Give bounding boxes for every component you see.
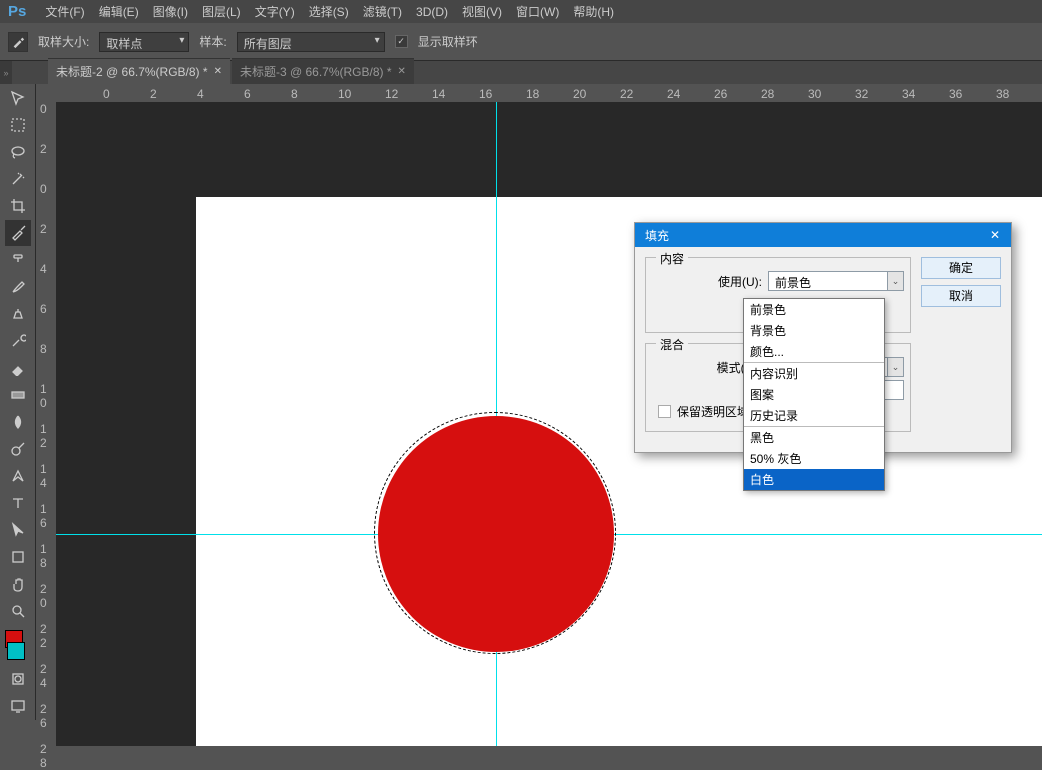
document-tab-1[interactable]: 未标题-2 @ 66.7%(RGB/8) * ✕ — [48, 58, 230, 84]
shape-tool[interactable] — [5, 544, 31, 570]
close-icon[interactable]: ✕ — [214, 66, 222, 77]
marquee-tool[interactable] — [5, 112, 31, 138]
sample-size-select[interactable]: 取样点 — [99, 32, 189, 52]
horizontal-ruler: 024681012141618202224262830323436384042 — [56, 84, 1042, 102]
use-select[interactable]: 前景色⌄ — [768, 271, 904, 291]
magicwand-tool[interactable] — [5, 166, 31, 192]
dropdown-option[interactable]: 前景色 — [744, 299, 884, 320]
show-ring-checkbox[interactable]: ✓ — [395, 35, 408, 48]
history-brush-tool[interactable] — [5, 328, 31, 354]
show-ring-label: 显示取样环 — [418, 33, 478, 50]
use-dropdown: 前景色背景色颜色...内容识别图案历史记录黑色50% 灰色白色 — [743, 298, 885, 491]
use-label: 使用(U): — [718, 273, 762, 290]
menu-filter[interactable]: 滤镜(T) — [363, 3, 402, 20]
pen-tool[interactable] — [5, 463, 31, 489]
menu-edit[interactable]: 编辑(E) — [99, 3, 139, 20]
fieldset-legend: 混合 — [656, 336, 688, 353]
dropdown-option[interactable]: 内容识别 — [744, 363, 884, 384]
toolbox — [0, 84, 36, 720]
chevron-down-icon[interactable]: ⌄ — [887, 358, 903, 376]
preserve-transparency-checkbox[interactable] — [658, 405, 671, 418]
gradient-tool[interactable] — [5, 382, 31, 408]
dropdown-option[interactable]: 背景色 — [744, 320, 884, 341]
selection-marquee — [374, 412, 616, 654]
eyedropper-tool[interactable] — [5, 220, 31, 246]
clone-stamp-tool[interactable] — [5, 301, 31, 327]
options-bar: 取样大小: 取样点 样本: 所有图层 ✓ 显示取样环 — [0, 23, 1042, 61]
menu-3d[interactable]: 3D(D) — [416, 5, 448, 19]
type-tool[interactable] — [5, 490, 31, 516]
document-tabs: 未标题-2 @ 66.7%(RGB/8) * ✕ 未标题-3 @ 66.7%(R… — [0, 61, 1042, 84]
tab-strip-expander[interactable]: » — [0, 61, 12, 84]
dialog-titlebar[interactable]: 填充 ✕ — [635, 223, 1011, 247]
menu-select[interactable]: 选择(S) — [309, 3, 349, 20]
ok-button[interactable]: 确定 — [921, 257, 1001, 279]
lasso-tool[interactable] — [5, 139, 31, 165]
tab-label: 未标题-2 @ 66.7%(RGB/8) * — [56, 63, 208, 80]
dropdown-option[interactable]: 图案 — [744, 384, 884, 405]
dropdown-option[interactable]: 白色 — [744, 469, 884, 490]
eraser-tool[interactable] — [5, 355, 31, 381]
color-swatches[interactable] — [5, 630, 30, 660]
sample-source-select[interactable]: 所有图层 — [237, 32, 385, 52]
quickmask-tool[interactable] — [5, 666, 31, 692]
background-swatch[interactable] — [7, 642, 25, 660]
crop-tool[interactable] — [5, 193, 31, 219]
move-tool[interactable] — [5, 85, 31, 111]
dropdown-option[interactable]: 黑色 — [744, 427, 884, 448]
hand-tool[interactable] — [5, 571, 31, 597]
dropdown-option[interactable]: 颜色... — [744, 341, 884, 362]
close-icon[interactable]: ✕ — [398, 66, 406, 77]
sample-size-label: 取样大小: — [38, 33, 89, 50]
menu-layer[interactable]: 图层(L) — [202, 3, 241, 20]
vertical-ruler: 02024681 01 21 41 61 82 02 22 42 62 8 — [36, 84, 56, 746]
menu-type[interactable]: 文字(Y) — [255, 3, 295, 20]
fieldset-legend: 内容 — [656, 250, 688, 267]
document-tab-2[interactable]: 未标题-3 @ 66.7%(RGB/8) * ✕ — [232, 58, 414, 84]
screenmode-tool[interactable] — [5, 693, 31, 719]
menu-file[interactable]: 文件(F) — [45, 3, 84, 20]
cancel-button[interactable]: 取消 — [921, 285, 1001, 307]
dropdown-option[interactable]: 历史记录 — [744, 405, 884, 426]
dialog-title: 填充 — [645, 227, 669, 244]
eyedropper-tool-icon[interactable] — [8, 32, 28, 52]
brush-tool[interactable] — [5, 274, 31, 300]
dodge-tool[interactable] — [5, 436, 31, 462]
menu-image[interactable]: 图像(I) — [153, 3, 188, 20]
close-icon[interactable]: ✕ — [985, 228, 1005, 242]
dropdown-option[interactable]: 50% 灰色 — [744, 448, 884, 469]
menu-window[interactable]: 窗口(W) — [516, 3, 559, 20]
chevron-down-icon[interactable]: ⌄ — [887, 272, 903, 290]
menu-view[interactable]: 视图(V) — [462, 3, 502, 20]
tab-label: 未标题-3 @ 66.7%(RGB/8) * — [240, 63, 392, 80]
blur-tool[interactable] — [5, 409, 31, 435]
app-logo: Ps — [8, 3, 26, 20]
menu-help[interactable]: 帮助(H) — [573, 3, 614, 20]
path-select-tool[interactable] — [5, 517, 31, 543]
sample-label: 样本: — [199, 33, 226, 50]
zoom-tool[interactable] — [5, 598, 31, 624]
healing-brush-tool[interactable] — [5, 247, 31, 273]
preserve-label: 保留透明区域 — [677, 403, 749, 420]
menubar: Ps 文件(F) 编辑(E) 图像(I) 图层(L) 文字(Y) 选择(S) 滤… — [0, 0, 1042, 23]
